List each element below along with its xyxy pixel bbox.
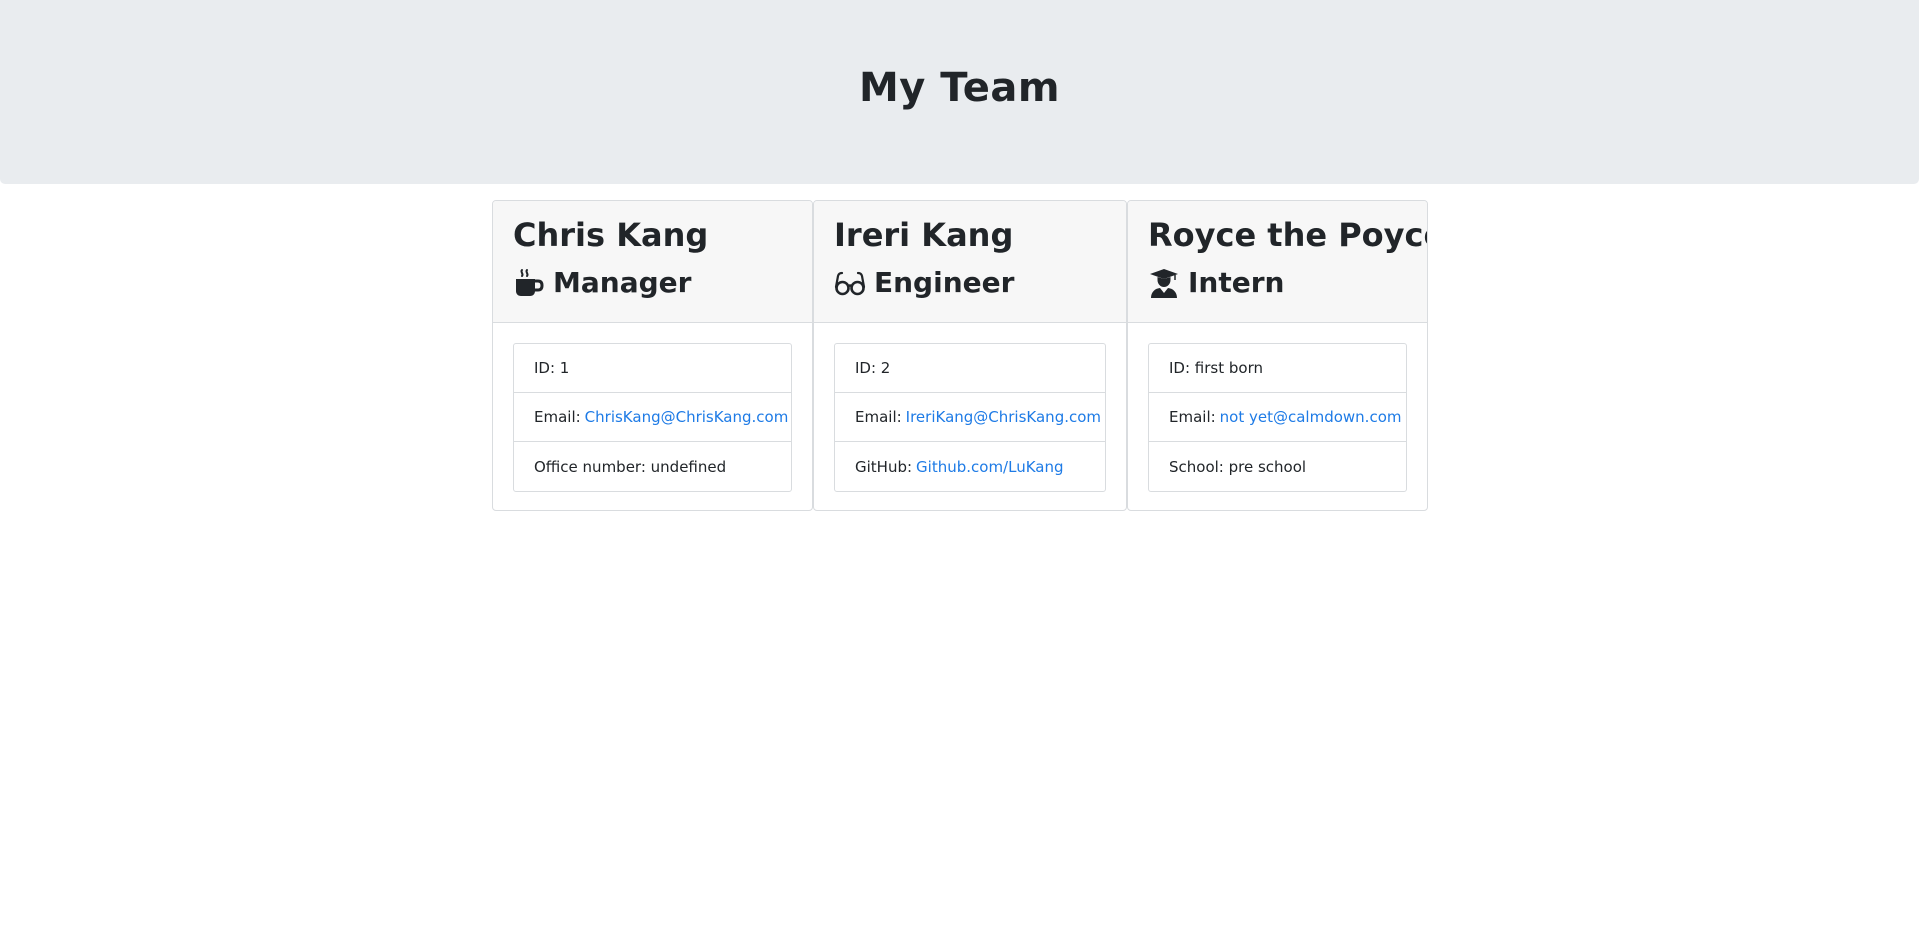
glasses-icon xyxy=(834,267,866,299)
office-number-text: Office number: undefined xyxy=(534,457,727,476)
graduate-icon xyxy=(1148,267,1180,299)
employee-name: Royce the Poyce xyxy=(1148,216,1428,254)
card-header: Royce the Poyce Intern xyxy=(1128,201,1427,323)
card-body: ID: first born Email: not yet@calmdown.c… xyxy=(1128,323,1427,492)
team-cards: Chris Kang Manager ID: 1 Email: ChrisKan… xyxy=(492,200,1428,511)
id-text: ID: 2 xyxy=(855,359,891,377)
employee-name: Chris Kang xyxy=(513,216,709,254)
list-item-id: ID: 1 xyxy=(514,344,791,393)
page-title: My Team xyxy=(858,65,1061,111)
employee-role: Manager xyxy=(513,265,792,301)
role-label: Engineer xyxy=(874,266,1015,299)
school-text: School: pre school xyxy=(1169,457,1307,476)
list-item-id: ID: 2 xyxy=(835,344,1105,393)
list-item-email: Email: ChrisKang@ChrisKang.com xyxy=(514,393,791,442)
list-item-office: Office number: undefined xyxy=(514,442,791,491)
github-link[interactable]: Github.com/LuKang xyxy=(916,458,1063,476)
card-header: Chris Kang Manager xyxy=(493,201,812,323)
list-item-id: ID: first born xyxy=(1149,344,1406,393)
role-label: Manager xyxy=(553,266,692,299)
list-item-school: School: pre school xyxy=(1149,442,1406,491)
email-link[interactable]: not yet@calmdown.com xyxy=(1220,408,1402,426)
info-list: ID: 2 Email: IreriKang@ChrisKang.com Git… xyxy=(834,343,1106,492)
email-label: Email: xyxy=(855,408,902,426)
employee-card-engineer: Ireri Kang Engineer ID: 2 Email: IreriKa… xyxy=(813,200,1127,511)
employee-name: Ireri Kang xyxy=(834,216,1014,254)
info-list: ID: 1 Email: ChrisKang@ChrisKang.com Off… xyxy=(513,343,792,492)
list-item-email: Email: not yet@calmdown.com xyxy=(1149,393,1406,442)
github-label: GitHub: xyxy=(855,457,913,476)
email-label: Email: xyxy=(1169,408,1216,426)
coffee-mug-icon xyxy=(513,267,545,299)
list-item-github: GitHub: Github.com/LuKang xyxy=(835,442,1105,491)
email-link[interactable]: IreriKang@ChrisKang.com xyxy=(906,408,1101,426)
employee-card-intern: Royce the Poyce Intern ID: first born Em… xyxy=(1127,200,1428,511)
role-label: Intern xyxy=(1188,266,1285,299)
id-text: ID: 1 xyxy=(534,359,570,377)
email-link[interactable]: ChrisKang@ChrisKang.com xyxy=(585,408,789,426)
header-banner: My Team xyxy=(0,0,1919,184)
employee-role: Engineer xyxy=(834,265,1106,301)
card-header: Ireri Kang Engineer xyxy=(814,201,1126,323)
employee-card-manager: Chris Kang Manager ID: 1 Email: ChrisKan… xyxy=(492,200,813,511)
email-label: Email: xyxy=(534,408,581,426)
info-list: ID: first born Email: not yet@calmdown.c… xyxy=(1148,343,1407,492)
card-body: ID: 1 Email: ChrisKang@ChrisKang.com Off… xyxy=(493,323,812,492)
id-text: ID: first born xyxy=(1169,359,1263,377)
list-item-email: Email: IreriKang@ChrisKang.com xyxy=(835,393,1105,442)
employee-role: Intern xyxy=(1148,265,1407,301)
card-body: ID: 2 Email: IreriKang@ChrisKang.com Git… xyxy=(814,323,1126,492)
